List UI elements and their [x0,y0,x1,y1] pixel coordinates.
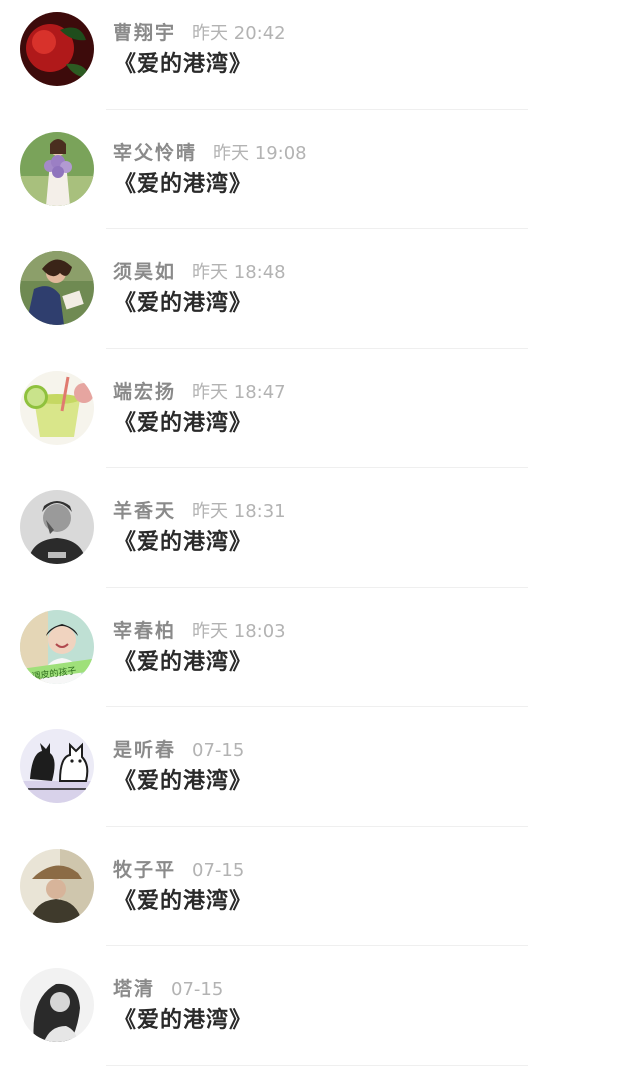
avatar-image [20,370,94,445]
comment-text: 《爱的港湾》 [114,410,253,436]
avatar-image [20,968,94,1042]
comment-item[interactable]: 宰父怜晴 昨天 19:08 《爱的港湾》 [0,120,640,240]
avatar-image [20,12,94,86]
timestamp: 昨天 18:03 [192,620,286,642]
comment-item[interactable]: 牧子平 07-15 《爱的港湾》 [0,837,640,957]
avatar[interactable] [20,968,94,1042]
comment-text: 《爱的港湾》 [114,171,253,197]
comment-item[interactable]: 羊香天 昨天 18:31 《爱的港湾》 [0,478,640,598]
comment-meta: 宰春柏 昨天 18:03 [113,618,286,644]
avatar[interactable] [20,12,94,86]
divider [106,945,528,946]
avatar-image [20,131,94,206]
divider [106,228,528,229]
avatar-image [20,848,94,923]
user-name[interactable]: 羊香天 [113,500,176,522]
user-name[interactable]: 塔清 [113,978,155,1000]
comment-text: 《爱的港湾》 [114,769,253,794]
avatar[interactable] [20,131,94,206]
comment-meta: 曹翔宇 昨天 20:42 [113,20,286,46]
comment-meta: 宰父怜晴 昨天 19:08 [113,140,307,166]
avatar[interactable] [20,251,94,325]
user-name[interactable]: 端宏扬 [113,381,176,403]
comment-meta: 羊香天 昨天 18:31 [113,498,286,524]
comment-list: 曹翔宇 昨天 20:42 《爱的港湾》 宰父怜晴 昨天 19:08 《爱的港湾》 须昊如 昨天… [0,0,640,1068]
comment-text: 《爱的港湾》 [114,649,253,675]
comment-meta: 是听春 07-15 [113,737,244,763]
timestamp: 昨天 18:31 [192,501,286,522]
divider [106,108,528,110]
comment-item[interactable]: 是听春 07-15 《爱的港湾》 [0,717,640,837]
avatar[interactable]: 个调皮的孩子 [20,609,94,684]
comment-item[interactable]: 塔清 07-15 《爱的港湾》 [0,956,640,1076]
user-name[interactable]: 宰父怜晴 [113,142,197,164]
avatar-image [20,729,94,803]
timestamp: 昨天 20:42 [192,23,286,44]
avatar[interactable] [20,370,94,445]
avatar[interactable] [20,490,94,564]
comment-item[interactable]: 须昊如 昨天 18:48 《爱的港湾》 [0,239,640,359]
timestamp: 昨天 18:47 [192,381,286,403]
comment-item[interactable]: 个调皮的孩子 宰春柏 昨天 18:03 《爱的港湾》 [0,598,640,718]
divider [106,1064,528,1066]
divider [106,347,528,349]
comment-item[interactable]: 端宏扬 昨天 18:47 《爱的港湾》 [0,359,640,479]
divider [106,467,528,468]
comment-text: 《爱的港湾》 [114,888,253,914]
timestamp: 07-15 [192,740,245,761]
comment-item[interactable]: 曹翔宇 昨天 20:42 《爱的港湾》 [0,0,640,120]
timestamp: 07-15 [192,859,245,881]
comment-text: 《爱的港湾》 [114,52,253,77]
divider [106,586,528,588]
avatar[interactable] [20,848,94,923]
timestamp: 昨天 19:08 [213,142,307,164]
user-name[interactable]: 曹翔宇 [113,22,176,44]
comment-meta: 塔清 07-15 [113,976,223,1002]
comment-text: 《爱的港湾》 [114,1008,253,1033]
divider [106,706,528,707]
avatar-image: 个调皮的孩子 [20,609,94,684]
timestamp: 07-15 [171,979,224,1000]
user-name[interactable]: 须昊如 [113,261,176,283]
avatar-image [20,251,94,325]
avatar-image [20,490,94,564]
comment-text: 《爱的港湾》 [114,291,253,316]
comment-text: 《爱的港湾》 [114,530,253,555]
divider [106,825,528,827]
user-name[interactable]: 牧子平 [113,859,176,881]
comment-meta: 牧子平 07-15 [113,857,244,883]
comment-meta: 须昊如 昨天 18:48 [113,259,286,285]
user-name[interactable]: 宰春柏 [113,620,176,642]
user-name[interactable]: 是听春 [113,739,176,761]
comment-meta: 端宏扬 昨天 18:47 [113,379,286,405]
timestamp: 昨天 18:48 [192,262,286,283]
avatar[interactable] [20,729,94,803]
